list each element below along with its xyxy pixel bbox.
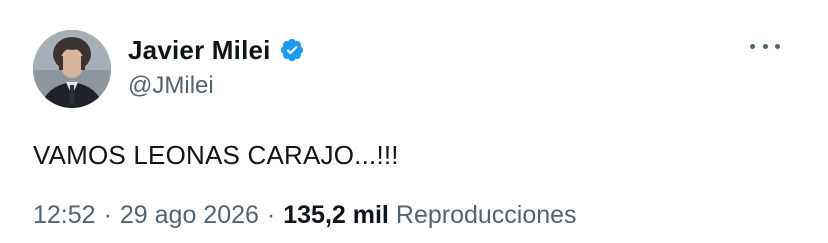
views-label[interactable]: Reproducciones (396, 201, 577, 230)
tweet-time[interactable]: 12:52 (33, 201, 96, 230)
meta-separator: · (266, 201, 276, 229)
tweet-header: Javier Milei @JMilei (128, 32, 305, 100)
avatar[interactable] (33, 30, 111, 108)
verified-badge-icon[interactable] (279, 37, 305, 63)
user-handle[interactable]: @JMilei (128, 72, 305, 100)
name-row: Javier Milei (128, 32, 305, 68)
tweet-meta: 12:52 · 29 ago 2026 · 135,2 mil Reproduc… (33, 201, 577, 230)
more-horizontal-icon[interactable] (750, 36, 780, 56)
tweet-card[interactable]: Javier Milei @JMilei VAMOS LEONAS CARAJO… (0, 0, 828, 243)
views-count[interactable]: 135,2 mil (283, 201, 389, 230)
more-dot (775, 43, 780, 49)
display-name[interactable]: Javier Milei (128, 35, 271, 66)
more-dot (750, 43, 755, 49)
meta-separator: · (103, 201, 112, 229)
more-dot (762, 43, 768, 49)
tweet-date[interactable]: 29 ago 2026 (120, 201, 259, 230)
avatar-image (33, 30, 111, 108)
tweet-text: VAMOS LEONAS CARAJO...!!! (33, 140, 399, 170)
